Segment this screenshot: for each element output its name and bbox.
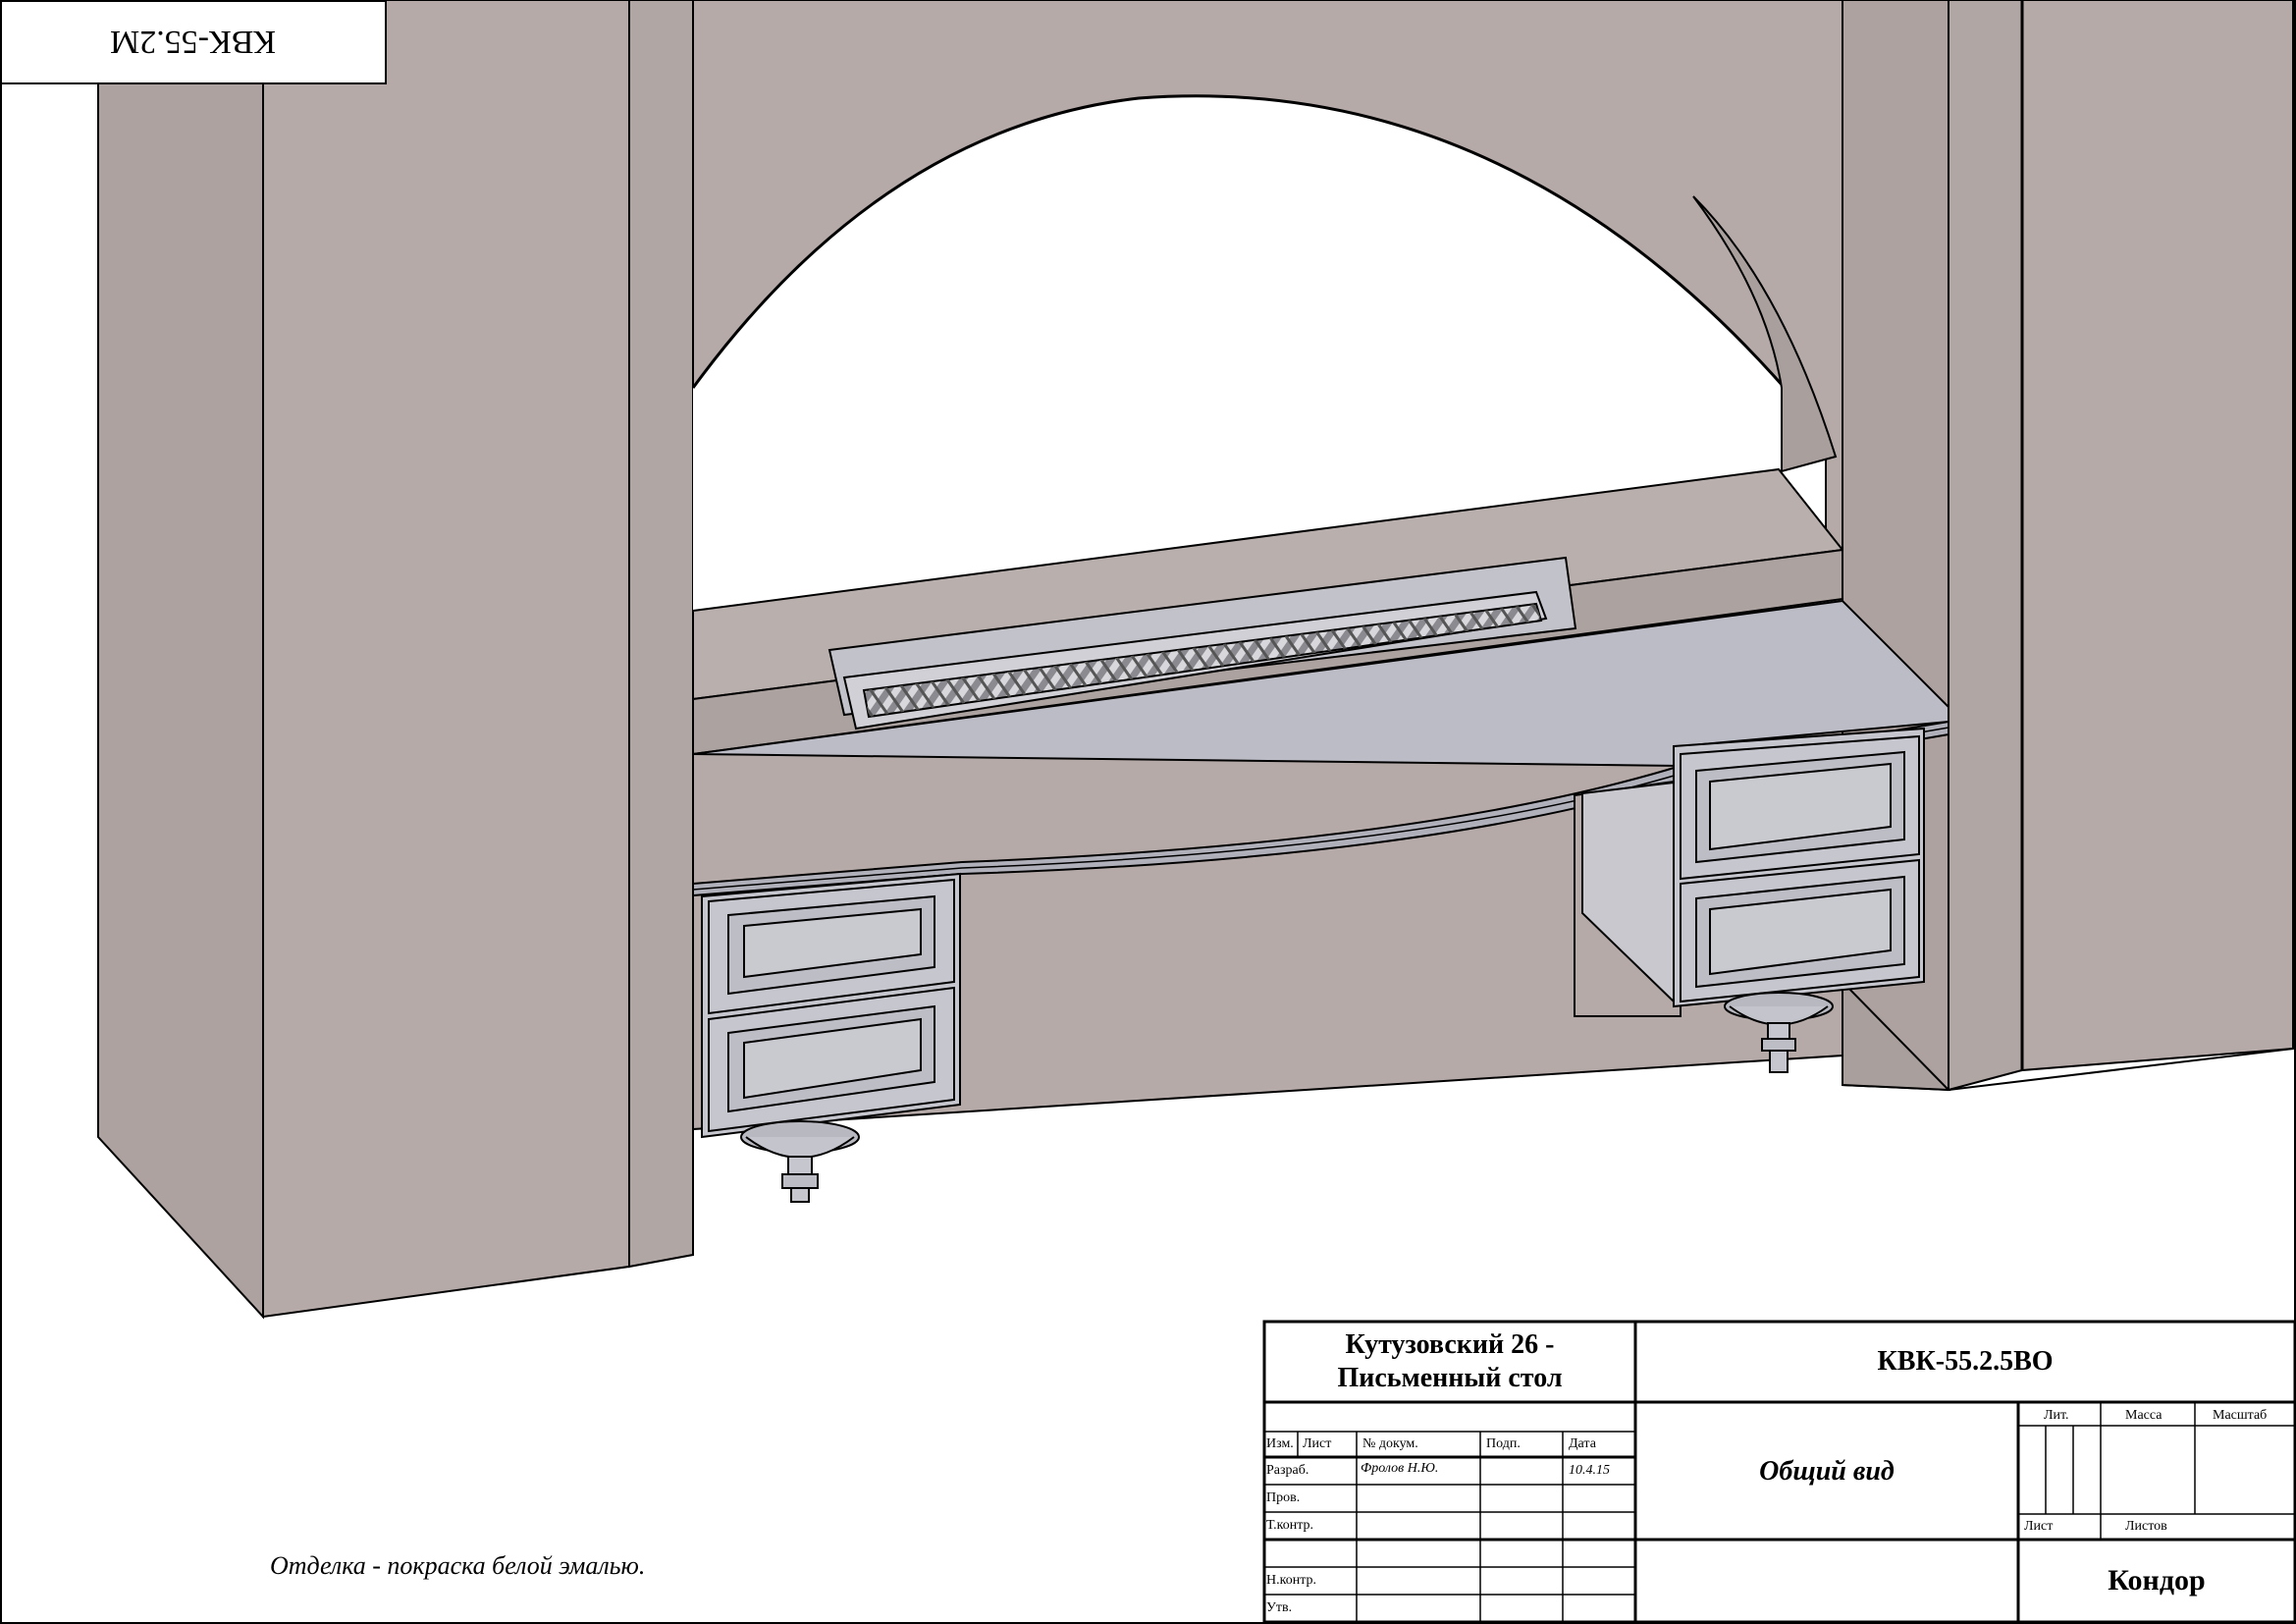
row-checked: Пров. [1266,1490,1301,1505]
sheets-label: Листов [2125,1519,2167,1534]
col-list: Лист [1303,1436,1332,1451]
developer-name: Фролов Н.Ю. [1361,1461,1439,1476]
document-code: КВК-55.2.5ВО [1877,1346,2054,1377]
title-line-1: Кутузовский 26 - [1345,1329,1555,1360]
col-sign: Подп. [1486,1436,1521,1451]
view-name: Общий вид [1759,1456,1895,1487]
row-norm-control: Н.контр. [1266,1573,1316,1588]
header-lit: Лит. [2044,1408,2069,1423]
rotated-stamp-code: КВК-55.2М [109,24,277,61]
header-mass: Масса [2125,1408,2163,1423]
drawing-title: Кутузовский 26 - Письменный стол [1264,1322,1635,1402]
row-tech-control: Т.контр. [1266,1518,1314,1533]
col-date: Дата [1569,1436,1596,1451]
develop-date: 10.4.15 [1569,1463,1610,1478]
header-scale: Масштаб [2213,1408,2268,1423]
title-line-2: Письменный стол [1337,1363,1563,1393]
left-pillar [97,0,694,1320]
organization-name: Кондор [2108,1564,2206,1597]
left-pedestal [701,872,961,1203]
sheet-label: Лист [2024,1519,2054,1534]
finishing-note: Отделка - покраска белой эмалью. [270,1551,646,1580]
col-izm: Изм. [1266,1436,1294,1451]
row-developed: Разраб. [1266,1463,1309,1478]
row-approved: Утв. [1266,1600,1293,1615]
col-doc-no: № докум. [1362,1436,1418,1451]
